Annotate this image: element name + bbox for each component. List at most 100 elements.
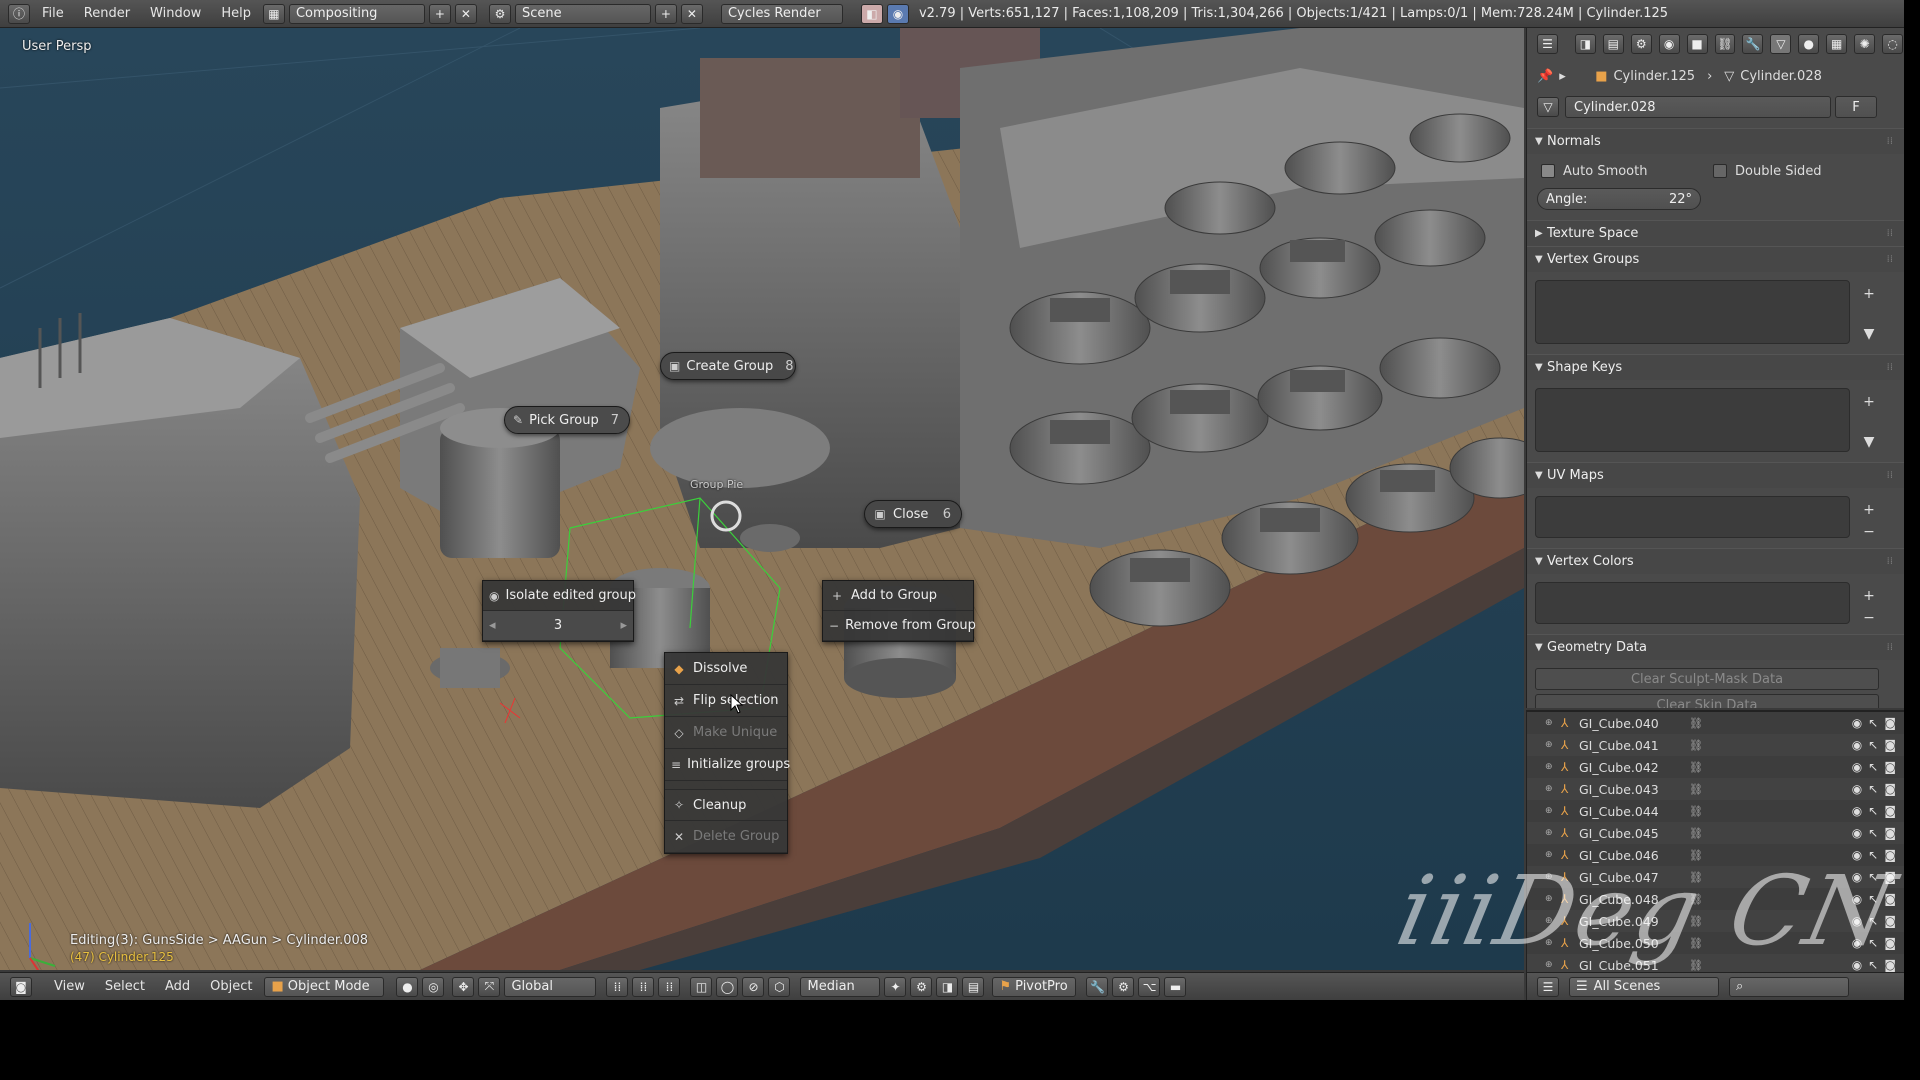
render-anim-icon[interactable]: ▤: [962, 976, 985, 997]
render-engine-selector[interactable]: Cycles Render: [720, 3, 843, 24]
dissolve-item[interactable]: ◆ Dissolve: [665, 653, 787, 685]
scene-tab-icon[interactable]: ⚙: [1630, 34, 1652, 54]
vertex-groups-list[interactable]: [1535, 280, 1850, 344]
expand-icon[interactable]: ⊕: [1545, 762, 1557, 772]
layers-icon-2[interactable]: ⁞⁞: [632, 976, 655, 997]
mode-selector[interactable]: ■ Object Mode: [264, 976, 385, 997]
layout-selector[interactable]: Compositing: [288, 3, 425, 24]
scene-selector[interactable]: Scene: [514, 3, 651, 24]
remove-vertex-color-icon[interactable]: −: [1859, 608, 1879, 628]
selectable-cursor-icon[interactable]: ↖: [1868, 804, 1878, 818]
remove-uv-map-icon[interactable]: −: [1859, 522, 1879, 542]
outliner-row[interactable]: ⊕ ⅄ GI_Cube.042 ⛓ ◉ ↖ ◙: [1527, 756, 1904, 778]
pin-icon[interactable]: 📌: [1537, 69, 1553, 84]
normals-panel-header[interactable]: ▼ Normals ⁞⁞: [1527, 128, 1904, 154]
renderable-camera-icon[interactable]: ◙: [1884, 716, 1896, 730]
texture-space-panel-header[interactable]: ▶ Texture Space ⁞⁞: [1527, 220, 1904, 246]
panel-grip-icon[interactable]: ⁞⁞: [1887, 136, 1893, 147]
initialize-groups-item[interactable]: ≡ Initialize groups: [665, 749, 790, 781]
editor-menu-icon[interactable]: ☰: [1537, 34, 1558, 54]
transform-orientation-selector[interactable]: Global: [504, 976, 597, 997]
flip-selection-item[interactable]: ⇄ Flip selection: [665, 685, 787, 717]
create-group-button[interactable]: ▣ Create Group 8: [660, 352, 796, 380]
vertex-group-menu-icon[interactable]: ▼: [1859, 324, 1879, 344]
panel-grip-icon[interactable]: ⁞⁞: [1887, 470, 1893, 481]
uv-maps-list[interactable]: [1535, 496, 1850, 538]
selectable-cursor-icon[interactable]: ↖: [1868, 716, 1878, 730]
renderable-camera-icon[interactable]: ◙: [1884, 958, 1896, 972]
menu-window[interactable]: Window: [140, 6, 211, 21]
menu-object[interactable]: Object: [200, 979, 262, 994]
panel-grip-icon[interactable]: ⁞⁞: [1887, 556, 1893, 567]
isolate-edited-group-button[interactable]: ◉ Isolate edited group: [483, 581, 636, 611]
angle-field[interactable]: Angle: 22°: [1537, 188, 1701, 210]
pivotpro-button[interactable]: ⚑ PivotPro: [992, 976, 1077, 997]
menu-view[interactable]: View: [44, 979, 95, 994]
renderable-camera-icon[interactable]: ◙: [1884, 738, 1896, 752]
wrench-icon[interactable]: 🔧: [1086, 976, 1109, 997]
panel-grip-icon[interactable]: ⁞⁞: [1887, 362, 1893, 373]
screen-layout-icon[interactable]: ▦: [262, 3, 285, 24]
gizmo-icon[interactable]: ⚙: [910, 976, 933, 997]
visibility-eye-icon[interactable]: ◉: [1852, 738, 1862, 752]
expand-icon[interactable]: ⊕: [1545, 718, 1557, 728]
add-shape-key-icon[interactable]: +: [1859, 392, 1879, 412]
editor-type-icon[interactable]: ◙: [10, 976, 32, 997]
add-scene-icon[interactable]: +: [654, 3, 677, 24]
increment-arrow-icon[interactable]: ▸: [620, 618, 627, 633]
mesh-name-field[interactable]: Cylinder.028: [1565, 96, 1831, 118]
render-still-icon[interactable]: ◨: [936, 976, 959, 997]
translate-icon[interactable]: ⤧: [478, 976, 501, 997]
visibility-eye-icon[interactable]: ◉: [1852, 826, 1862, 840]
expand-icon[interactable]: ⊕: [1545, 806, 1557, 816]
add-uv-map-icon[interactable]: +: [1859, 500, 1879, 520]
layers-icon-3[interactable]: ⁞⁞: [658, 976, 681, 997]
pivot-tool-icon[interactable]: ✦: [884, 976, 907, 997]
physics-tab-icon[interactable]: ◌: [1882, 34, 1903, 54]
shape-key-menu-icon[interactable]: ▼: [1859, 432, 1879, 452]
menu-select[interactable]: Select: [95, 979, 155, 994]
menu-add[interactable]: Add: [155, 979, 200, 994]
expand-icon[interactable]: ⊕: [1545, 784, 1557, 794]
menu-file[interactable]: File: [32, 6, 74, 21]
cleanup-item[interactable]: ✧ Cleanup: [665, 789, 787, 821]
pivot-point-icon[interactable]: ◎: [422, 976, 445, 997]
visibility-eye-icon[interactable]: ◉: [1852, 716, 1862, 730]
vertex-groups-panel-header[interactable]: ▼ Vertex Groups ⁞⁞: [1527, 246, 1904, 272]
visibility-eye-icon[interactable]: ◉: [1852, 760, 1862, 774]
renderable-camera-icon[interactable]: ◙: [1884, 804, 1896, 818]
scene-icon[interactable]: ⚙: [488, 3, 511, 24]
outliner-editor-icon[interactable]: ☰: [1537, 976, 1559, 997]
settings-icon[interactable]: ⚙: [1112, 976, 1135, 997]
shape-keys-list[interactable]: [1535, 388, 1850, 452]
geometry-data-panel-header[interactable]: ▼ Geometry Data ⁞⁞: [1527, 634, 1904, 660]
panel-grip-icon[interactable]: ⁞⁞: [1887, 642, 1893, 653]
add-vertex-group-icon[interactable]: +: [1859, 284, 1879, 304]
vertex-colors-panel-header[interactable]: ▼ Vertex Colors ⁞⁞: [1527, 548, 1904, 574]
add-to-group-button[interactable]: + Add to Group: [823, 581, 973, 611]
local-view-icon[interactable]: ◫: [690, 976, 713, 997]
mesh-browse-icon[interactable]: ▽: [1537, 97, 1559, 117]
add-vertex-color-icon[interactable]: +: [1859, 586, 1879, 606]
material-tab-icon[interactable]: ●: [1798, 34, 1820, 54]
fake-user-button[interactable]: F: [1835, 96, 1877, 118]
layers-tab-icon[interactable]: ▤: [1602, 34, 1624, 54]
viewport-shading-icon[interactable]: ●: [396, 976, 419, 997]
proportional-edit-icon[interactable]: ◯: [716, 976, 739, 997]
visibility-eye-icon[interactable]: ◉: [1852, 782, 1862, 796]
outliner-row[interactable]: ⊕ ⅄ GI_Cube.040 ⛓ ◉ ↖ ◙: [1527, 712, 1904, 734]
renderable-camera-icon[interactable]: ◙: [1884, 826, 1896, 840]
outliner-row[interactable]: ⊕ ⅄ GI_Cube.044 ⛓ ◉ ↖ ◙: [1527, 800, 1904, 822]
world-tab-icon[interactable]: ◉: [1658, 34, 1680, 54]
particles-tab-icon[interactable]: ✺: [1854, 34, 1876, 54]
selectable-cursor-icon[interactable]: ↖: [1868, 826, 1878, 840]
add-layout-icon[interactable]: +: [428, 3, 451, 24]
info-editor-icon[interactable]: ⓘ: [8, 3, 30, 24]
menu-render[interactable]: Render: [74, 6, 140, 21]
decrement-arrow-icon[interactable]: ◂: [489, 618, 496, 633]
data-tab-icon[interactable]: ▽: [1770, 34, 1792, 54]
outliner-row[interactable]: ⊕ ⅄ GI_Cube.041 ⛓ ◉ ↖ ◙: [1527, 734, 1904, 756]
remove-layout-icon[interactable]: ✕: [454, 3, 477, 24]
pick-group-button[interactable]: ✎ Pick Group 7: [504, 406, 630, 434]
flag-icon[interactable]: ▬: [1164, 976, 1187, 997]
